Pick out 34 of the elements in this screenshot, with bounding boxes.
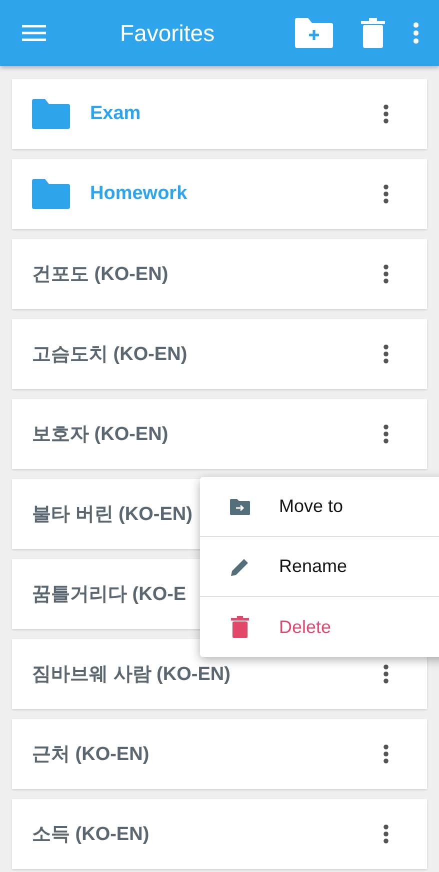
folder-icon <box>32 99 70 129</box>
list-item[interactable]: 보호자 (KO-EN) <box>12 399 427 469</box>
new-folder-icon[interactable] <box>295 18 333 48</box>
pencil-icon <box>229 558 251 576</box>
folder-name: Exam <box>90 103 141 125</box>
word-entry: 고슴도치 (KO-EN) <box>32 343 188 367</box>
word-entry: 보호자 (KO-EN) <box>32 423 168 447</box>
word-entry: 짐바브웨 사람 (KO-EN) <box>32 663 230 687</box>
list-item[interactable]: 근처 (KO-EN) <box>12 719 427 789</box>
menu-item[interactable]: Rename <box>200 537 439 597</box>
more-icon[interactable] <box>383 744 389 764</box>
folder-arrow-icon <box>229 498 251 514</box>
more-icon[interactable] <box>383 104 389 124</box>
folder-name: Homework <box>90 183 188 205</box>
menu-icon[interactable] <box>22 24 46 42</box>
menu-item[interactable]: Move to <box>200 477 439 537</box>
word-entry: 근처 (KO-EN) <box>32 743 150 767</box>
folder-icon <box>32 179 70 209</box>
more-icon[interactable] <box>383 344 389 364</box>
list-item[interactable]: 고슴도치 (KO-EN) <box>12 319 427 389</box>
more-icon[interactable] <box>383 824 389 844</box>
word-entry: 건포도 (KO-EN) <box>32 263 168 287</box>
list-item[interactable]: 건포도 (KO-EN) <box>12 239 427 309</box>
more-icon[interactable] <box>383 264 389 284</box>
trash-icon <box>229 616 251 638</box>
more-icon[interactable] <box>383 184 389 204</box>
more-icon[interactable] <box>383 424 389 444</box>
list-item[interactable]: 소득 (KO-EN) <box>12 799 427 869</box>
word-entry: 꿈틀거리다 (KO-E <box>32 583 186 607</box>
word-entry: 소득 (KO-EN) <box>32 823 150 847</box>
screen-title: Favorites <box>120 20 215 46</box>
word-entry: 불타 버린 (KO-EN) <box>32 503 192 527</box>
more-icon[interactable] <box>383 664 389 684</box>
delete-icon[interactable] <box>361 18 385 48</box>
